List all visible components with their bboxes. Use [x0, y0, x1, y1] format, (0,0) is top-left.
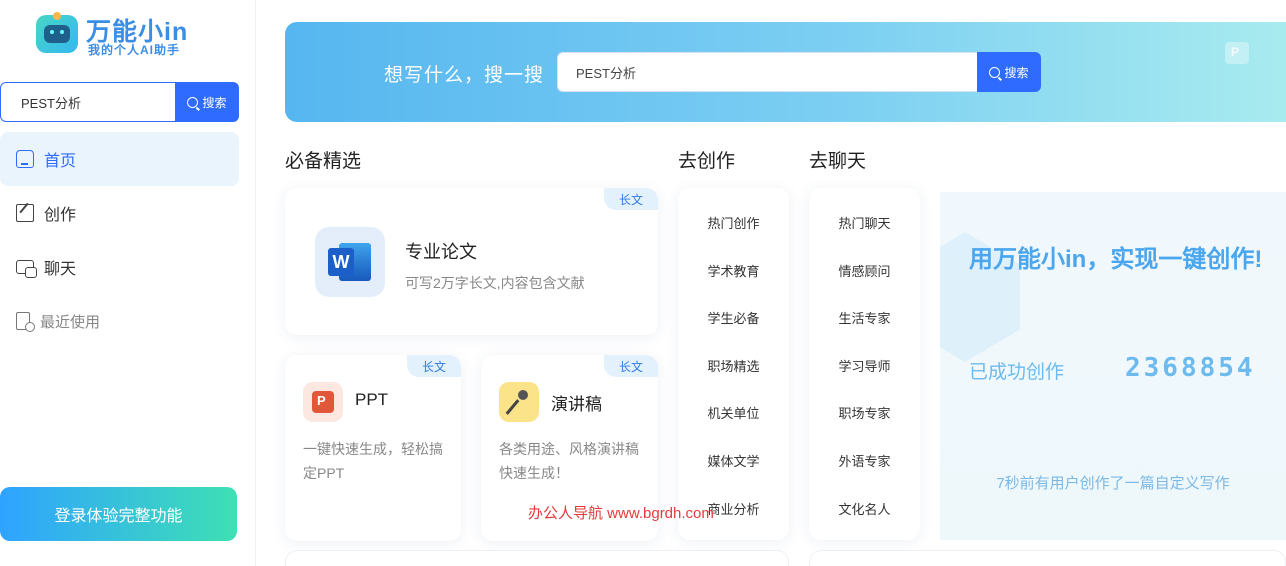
section-title-create: 去创作 — [678, 151, 736, 172]
long-text-tag: 长文 — [604, 188, 658, 210]
nav-item-chat[interactable]: 聊天 — [0, 240, 239, 294]
sidebar-nav: 首页 创作 聊天 最近使用 — [0, 132, 239, 348]
edit-icon — [16, 204, 34, 222]
robot-logo-icon — [36, 12, 78, 53]
chat-category-item[interactable]: 外语专家 — [809, 451, 920, 470]
nav-item-recent[interactable]: 最近使用 — [0, 294, 239, 348]
search-banner: 想写什么，搜一搜 搜索 — [285, 22, 1286, 122]
banner-prompt: 想写什么，搜一搜 — [384, 65, 545, 86]
chat-category-item[interactable]: 热门聊天 — [809, 213, 920, 232]
card-desc: 可写2万字长文,内容包含文献 — [405, 275, 585, 291]
search-icon — [989, 66, 1001, 78]
home-icon — [16, 150, 34, 168]
sidebar-search: 搜索 — [0, 82, 239, 122]
logo[interactable]: 万能小in 我的个人AI助手 — [36, 12, 206, 58]
search-icon — [187, 96, 199, 108]
promo-title: 用万能小in，实现一键创作! — [969, 246, 1263, 273]
card-ppt[interactable]: 长文 PPT 一键快速生成，轻松搞定PPT — [285, 355, 461, 541]
promo-panel: 用万能小in，实现一键创作! 已成功创作 2368854 7秒前有用户创作了一篇… — [940, 192, 1286, 540]
nav-item-label: 创作 — [44, 207, 77, 224]
card-title: 演讲稿 — [551, 395, 602, 414]
create-category-list: 热门创作 学术教育 学生必备 职场精选 机关单位 媒体文学 商业分析 — [678, 188, 789, 540]
create-category-item[interactable]: 职场精选 — [678, 356, 789, 375]
chat-category-item[interactable]: 职场专家 — [809, 403, 920, 422]
sidebar-search-input[interactable] — [0, 82, 176, 122]
card-desc: 一键快速生成，轻松搞定PPT — [303, 441, 443, 481]
nav-item-label: 首页 — [44, 153, 77, 170]
promo-count: 2368854 — [1125, 353, 1256, 383]
sidebar-search-button[interactable]: 搜索 — [175, 82, 239, 122]
watermark: 办公人导航 www.bgrdh.com — [528, 505, 714, 522]
recent-icon — [16, 312, 35, 332]
bottom-card — [809, 550, 1286, 566]
nav-item-label: 最近使用 — [40, 313, 101, 331]
chat-category-item[interactable]: 文化名人 — [809, 499, 920, 518]
sidebar: 万能小in 我的个人AI助手 搜索 首页 创作 聊天 最近使用 登录体验完整功能 — [0, 0, 256, 566]
chat-category-item[interactable]: 情感顾问 — [809, 261, 920, 280]
ppt-decoration-icon — [1225, 42, 1249, 64]
section-title-chat: 去聊天 — [809, 151, 867, 172]
card-thesis[interactable]: 长文 W 专业论文 可写2万字长文,内容包含文献 — [285, 188, 658, 335]
banner-search-input[interactable] — [557, 52, 979, 92]
long-text-tag: 长文 — [407, 355, 461, 377]
login-button[interactable]: 登录体验完整功能 — [0, 487, 237, 541]
create-category-item[interactable]: 媒体文学 — [678, 451, 789, 470]
chat-icon — [16, 260, 37, 278]
banner-search-button[interactable]: 搜索 — [977, 52, 1041, 92]
chat-category-item[interactable]: 生活专家 — [809, 308, 920, 327]
section-title-featured: 必备精选 — [285, 151, 362, 172]
sidebar-search-button-label: 搜索 — [202, 95, 227, 110]
chat-category-item[interactable]: 学习导师 — [809, 356, 920, 375]
chat-category-list: 热门聊天 情感顾问 生活专家 学习导师 职场专家 外语专家 文化名人 — [809, 188, 920, 540]
nav-item-home[interactable]: 首页 — [0, 132, 239, 186]
logo-subtitle: 我的个人AI助手 — [88, 43, 181, 57]
microphone-icon — [499, 382, 539, 422]
card-title: PPT — [355, 390, 389, 409]
nav-item-create[interactable]: 创作 — [0, 186, 239, 240]
card-desc: 各类用途、风格演讲稿快速生成！ — [499, 441, 639, 481]
card-title: 专业论文 — [405, 242, 477, 262]
word-icon: W — [315, 227, 385, 297]
create-category-item[interactable]: 热门创作 — [678, 213, 789, 232]
ppt-icon — [303, 382, 343, 422]
bottom-card — [285, 550, 789, 566]
create-category-item[interactable]: 学生必备 — [678, 308, 789, 327]
long-text-tag: 长文 — [604, 355, 658, 377]
create-category-item[interactable]: 机关单位 — [678, 403, 789, 422]
promo-activity-note: 7秒前有用户创作了一篇自定义写作 — [996, 475, 1230, 492]
promo-count-label: 已成功创作 — [969, 362, 1065, 383]
banner-search-button-label: 搜索 — [1004, 65, 1029, 80]
create-category-item[interactable]: 学术教育 — [678, 261, 789, 280]
nav-item-label: 聊天 — [44, 261, 77, 278]
